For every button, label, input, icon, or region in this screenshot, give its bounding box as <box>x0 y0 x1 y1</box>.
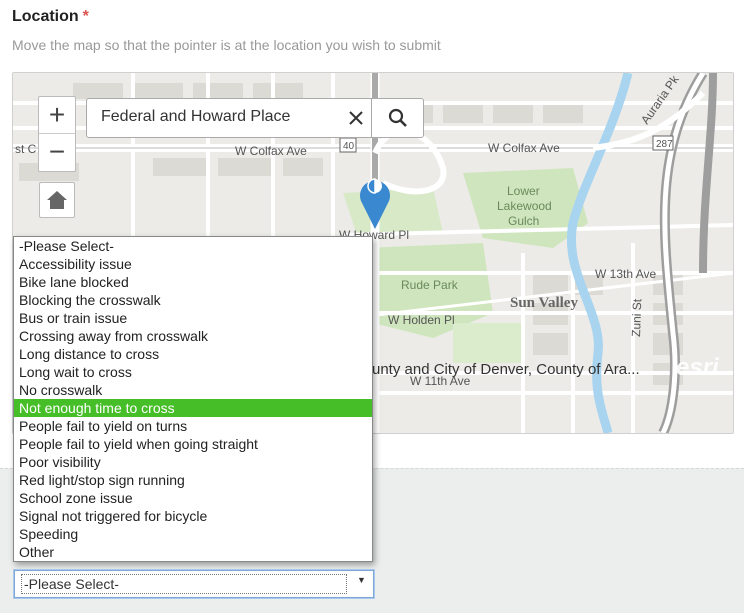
map-label-hwy287: 287 <box>656 139 673 150</box>
field-label-text: Location <box>12 8 79 25</box>
map-label-lower-lakewood-1: Lower <box>507 184 540 198</box>
map-label-zuni: Zuni St <box>629 298 644 337</box>
issue-dropdown-list: -Please Select- Accessibility issue Bike l… <box>13 236 373 562</box>
dropdown-option[interactable]: People fail to yield on turns <box>14 417 372 435</box>
dropdown-option[interactable]: Speeding <box>14 525 372 543</box>
search-icon <box>388 108 407 127</box>
dropdown-option[interactable]: Poor visibility <box>14 453 372 471</box>
close-icon <box>349 111 363 125</box>
home-icon <box>47 191 67 209</box>
esri-logo: esri <box>676 354 719 381</box>
map-label-rude-park: Rude Park <box>401 278 459 292</box>
dropdown-option[interactable]: Long wait to cross <box>14 363 372 381</box>
dropdown-option[interactable]: Red light/stop sign running <box>14 471 372 489</box>
dropdown-option[interactable]: Other <box>14 543 372 561</box>
map-attribution: unty and City of Denver, County of Ara..… <box>372 361 640 378</box>
home-button[interactable] <box>39 182 75 218</box>
required-mark: * <box>82 8 89 25</box>
dropdown-option[interactable]: No crosswalk <box>14 381 372 399</box>
dropdown-option[interactable]: Signal not triggered for bicycle <box>14 507 372 525</box>
dropdown-option[interactable]: Crossing away from crosswalk <box>14 327 372 345</box>
map-search-box <box>86 98 424 138</box>
dropdown-option[interactable]: School zone issue <box>14 489 372 507</box>
map-label-lower-lakewood-3: Gulch <box>508 214 539 228</box>
dropdown-option[interactable]: Blocking the crosswalk <box>14 291 372 309</box>
dropdown-option[interactable]: Bus or train issue <box>14 309 372 327</box>
zoom-controls: + − <box>38 96 76 172</box>
map-label-st-fragment: st C <box>15 142 37 156</box>
map-search-input[interactable] <box>87 99 341 135</box>
clear-search-button[interactable] <box>343 105 369 131</box>
zoom-in-button[interactable]: + <box>39 97 75 133</box>
map-label-13th: W 13th Ave <box>595 267 656 281</box>
map-label-sun-valley: Sun Valley <box>510 295 578 311</box>
dropdown-option[interactable]: People fail to yield when going straight <box>14 435 372 453</box>
chevron-down-icon: ▼ <box>357 575 366 585</box>
map-label-lower-lakewood-2: Lakewood <box>497 199 552 213</box>
field-hint: Move the map so that the pointer is at t… <box>12 37 441 53</box>
issue-select[interactable]: -Please Select- ▼ <box>14 570 374 598</box>
map-label-colfax-left: W Colfax Ave <box>235 144 307 158</box>
map-label-colfax-right: W Colfax Ave <box>488 141 560 155</box>
map-label-hwy40: 40 <box>343 141 355 152</box>
search-divider <box>371 99 372 137</box>
zoom-out-button[interactable]: − <box>39 134 75 170</box>
field-label: Location * <box>12 8 89 26</box>
dropdown-option[interactable]: -Please Select- <box>14 237 372 255</box>
dropdown-option[interactable]: Long distance to cross <box>14 345 372 363</box>
dropdown-option[interactable]: Bike lane blocked <box>14 273 372 291</box>
map-label-holden: W Holden Pl <box>388 313 455 327</box>
search-button[interactable] <box>373 99 423 137</box>
dropdown-option[interactable]: Not enough time to cross <box>14 399 372 417</box>
dropdown-option[interactable]: Accessibility issue <box>14 255 372 273</box>
issue-select-value: -Please Select- <box>21 574 347 594</box>
